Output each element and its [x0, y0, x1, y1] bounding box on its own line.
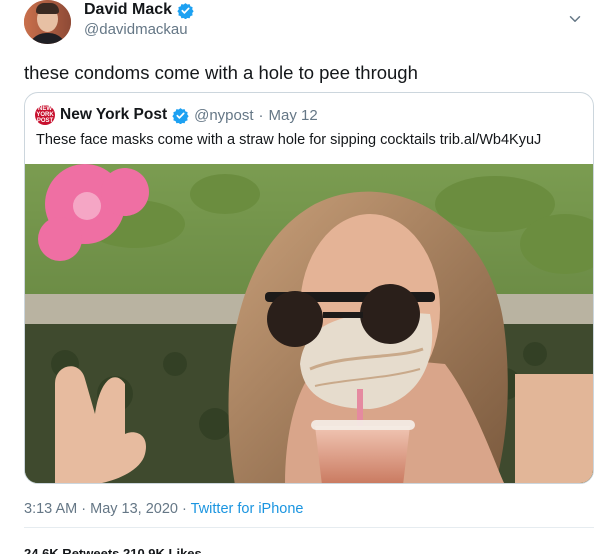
meta-separator: ·	[258, 106, 264, 124]
tweet-time[interactable]: 3:13 AM	[24, 501, 77, 517]
quoted-tweet-header: NEW YORK POST New York Post @nypost · Ma…	[35, 105, 318, 125]
divider	[24, 527, 594, 528]
quoted-tweet-photo[interactable]	[25, 164, 593, 483]
quoted-author-handle[interactable]: @nypost	[194, 107, 253, 124]
author-display-name[interactable]: David Mack	[84, 1, 172, 19]
quoted-tweet-text: These face masks come with a straw hole …	[36, 132, 542, 148]
quoted-tweet-date[interactable]: May 12	[269, 107, 318, 124]
quoted-tweet-card[interactable]: NEW YORK POST New York Post @nypost · Ma…	[24, 92, 594, 484]
tweet-source-link[interactable]: Twitter for iPhone	[191, 501, 304, 517]
quoted-author-avatar[interactable]: NEW YORK POST	[35, 105, 55, 125]
tweet-stats-partial[interactable]: 24.6K Retweets 210.9K Likes	[24, 546, 202, 554]
tweet-text: these condoms come with a hole to pee th…	[24, 62, 418, 83]
author-handle[interactable]: @davidmackau	[84, 21, 188, 38]
tweet-timestamp: 3:13 AM · May 13, 2020 · Twitter for iPh…	[24, 501, 303, 517]
author-avatar[interactable]	[24, 0, 71, 44]
meta-separator: ·	[182, 501, 187, 517]
chevron-down-icon[interactable]	[566, 10, 584, 28]
meta-separator: ·	[81, 501, 87, 517]
verified-badge-icon	[177, 2, 194, 19]
quoted-author-display-name[interactable]: New York Post	[60, 106, 167, 124]
author-name-row[interactable]: David Mack	[84, 1, 194, 19]
photo-illustration	[25, 164, 593, 483]
verified-badge-icon	[172, 107, 189, 124]
tweet-date[interactable]: May 13, 2020	[90, 501, 178, 517]
tweet-header: David Mack @davidmackau	[24, 0, 584, 50]
